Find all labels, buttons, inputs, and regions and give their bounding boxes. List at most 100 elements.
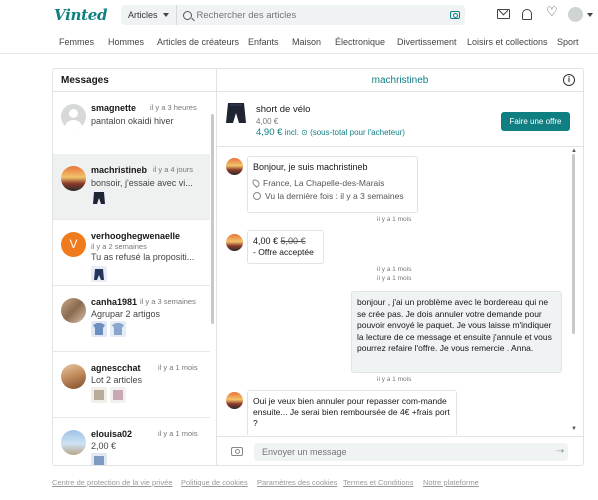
conversation-name: canha1981 [91,297,138,307]
footer-link-cookie-settings[interactable]: Paramètres des cookies [257,478,337,487]
conversation-time: il y a 1 mois [158,363,198,372]
item-price: 4,00 € [256,117,279,126]
offer-new-price: 4,00 € [253,236,279,246]
item-title[interactable]: short de vélo [256,104,310,115]
shield-icon: ⊙ [301,128,308,137]
camera-icon[interactable] [231,447,243,456]
intro-location: France, La Chapelle-des-Marais [263,178,385,188]
nav-item-divertissement[interactable]: Divertissement [397,37,457,47]
footer-link-privacy[interactable]: Centre de protection de la vie privée [52,478,173,487]
nav-item-createurs[interactable]: Articles de créateurs [157,37,239,47]
item-header: short de vélo 4,00 € 4,90 € incl. ⊙ (sou… [217,92,583,147]
top-header: Vinted Articles ♡ [0,0,598,30]
avatar [61,298,86,323]
item-total-price: 4,90 € [256,127,283,138]
avatar: V [61,232,86,257]
conversation-name: elouisa02 [91,429,133,439]
nav-item-hommes[interactable]: Hommes [108,37,144,47]
nav-item-electronique[interactable]: Électronique [335,37,385,47]
conversation-item[interactable]: agnescchat il y a 1 mois Lot 2 articles [53,352,210,418]
conversation-item[interactable]: elouisa02 il y a 1 mois 2,00 € [53,418,210,465]
conversation-scrollbar[interactable] [211,114,214,324]
conversation-item[interactable]: V verhooghegwenaelle il y a 2 semaines T… [53,220,210,286]
nav-item-maison[interactable]: Maison [292,37,321,47]
clock-icon [253,192,261,200]
footer-link-cookies[interactable]: Politique de cookies [181,478,248,487]
item-thumbnail [110,387,126,403]
chevron-down-icon [162,13,169,17]
message-thread: Bonjour, je suis machristineb France, La… [217,148,583,435]
item-thumbnail [91,321,107,337]
message-time: il y a 1 mois [377,275,412,282]
scroll-up-icon[interactable]: ▲ [571,148,577,154]
item-thumbnail [91,453,107,465]
conversation-name: agnescchat [91,363,141,373]
avatar [226,234,243,251]
chat-area: machristineb i short de vélo 4,00 € 4,90… [217,69,583,465]
search-input[interactable] [191,6,450,24]
conversation-preview: 2,00 € [91,441,117,451]
search-icon [182,10,192,20]
offer-old-price: 5,00 € [280,236,306,246]
category-select[interactable]: Articles [121,5,177,25]
nav-item-enfants[interactable]: Enfants [248,37,279,47]
reply-message: Oui je veux bien annuler pour repasser c… [247,390,457,435]
conversation-preview: Agrupar 2 artigos [91,309,161,319]
nav-item-femmes[interactable]: Femmes [59,37,94,47]
search-bar: Articles [121,5,465,25]
conversation-name: machristineb [91,165,148,175]
intro-seen: Vu la dernière fois : il y a 3 semaines [265,191,404,201]
item-total: 4,90 € incl. ⊙ (sous-total pour l'achete… [256,127,405,138]
conversation-preview: pantalon okaidi hiver [91,116,174,126]
item-thumbnail [91,190,107,206]
offer-card: 4,00 € 5,00 € - Offre acceptée [247,230,324,264]
vinted-logo[interactable]: Vinted [54,6,107,24]
avatar [226,392,243,409]
nav-item-sport[interactable]: Sport [557,37,579,47]
item-thumbnail [110,321,126,337]
conversation-time: il y a 1 mois [158,429,198,438]
notifications-icon[interactable] [522,9,532,20]
item-total-note: incl. [284,128,299,137]
favorites-icon[interactable]: ♡ [546,5,558,18]
location-icon [251,178,261,188]
category-select-label: Articles [128,10,158,20]
avatar [61,104,86,129]
offer-status: - Offre acceptée [253,247,314,257]
message-time: il y a 1 mois [377,216,412,223]
profile-avatar[interactable] [568,7,583,22]
info-icon[interactable]: i [563,74,575,86]
profile-menu-chevron-icon[interactable] [587,13,593,17]
footer-link-platform[interactable]: Notre plateforme [423,478,479,487]
message-time: il y a 1 mois [377,376,412,383]
conversation-item[interactable]: canha1981 il y a 3 semaines Agrupar 2 ar… [53,286,210,352]
item-thumbnail [91,387,107,403]
conversation-list: Messages smagnette il y a 3 heures panta… [53,69,217,465]
conversation-preview: Tu as refusé la propositi... [91,252,195,262]
make-offer-button[interactable]: Faire une offre [501,112,570,131]
camera-search-icon[interactable] [450,11,460,19]
compose-bar: ➝ [217,436,583,465]
conversation-item[interactable]: machristineb il y a 4 jours bonsoir, j'e… [53,154,210,220]
nav-item-loisirs[interactable]: Loisirs et collections [467,37,548,47]
conversation-name: smagnette [91,103,137,113]
chat-title[interactable]: machristineb [217,69,583,92]
footer-link-terms[interactable]: Termes et Conditions [343,478,413,487]
conversation-preview: Lot 2 articles [91,375,143,385]
conversation-item[interactable]: smagnette il y a 3 heures pantalon okaid… [53,92,210,158]
category-nav: Femmes Hommes Articles de créateurs Enfa… [0,30,598,54]
send-icon[interactable]: ➝ [556,446,564,457]
conversation-time: il y a 3 semaines [140,297,196,306]
item-image[interactable] [225,101,247,128]
inbox-icon[interactable] [497,9,510,19]
intro-title: Bonjour, je suis machristineb [253,162,368,172]
conversation-name: verhooghegwenaelle [91,231,181,241]
my-message: bonjour , j'ai un problème avec le borde… [351,291,562,373]
message-input[interactable] [254,443,568,461]
chat-scrollbar[interactable] [572,154,575,334]
messages-panel: Messages smagnette il y a 3 heures panta… [52,68,584,466]
item-total-suffix: (sous-total pour l'acheteur) [310,128,405,137]
scroll-down-icon[interactable]: ▼ [571,426,577,432]
item-thumbnail [91,266,107,282]
message-time: il y a 1 mois [377,266,412,273]
